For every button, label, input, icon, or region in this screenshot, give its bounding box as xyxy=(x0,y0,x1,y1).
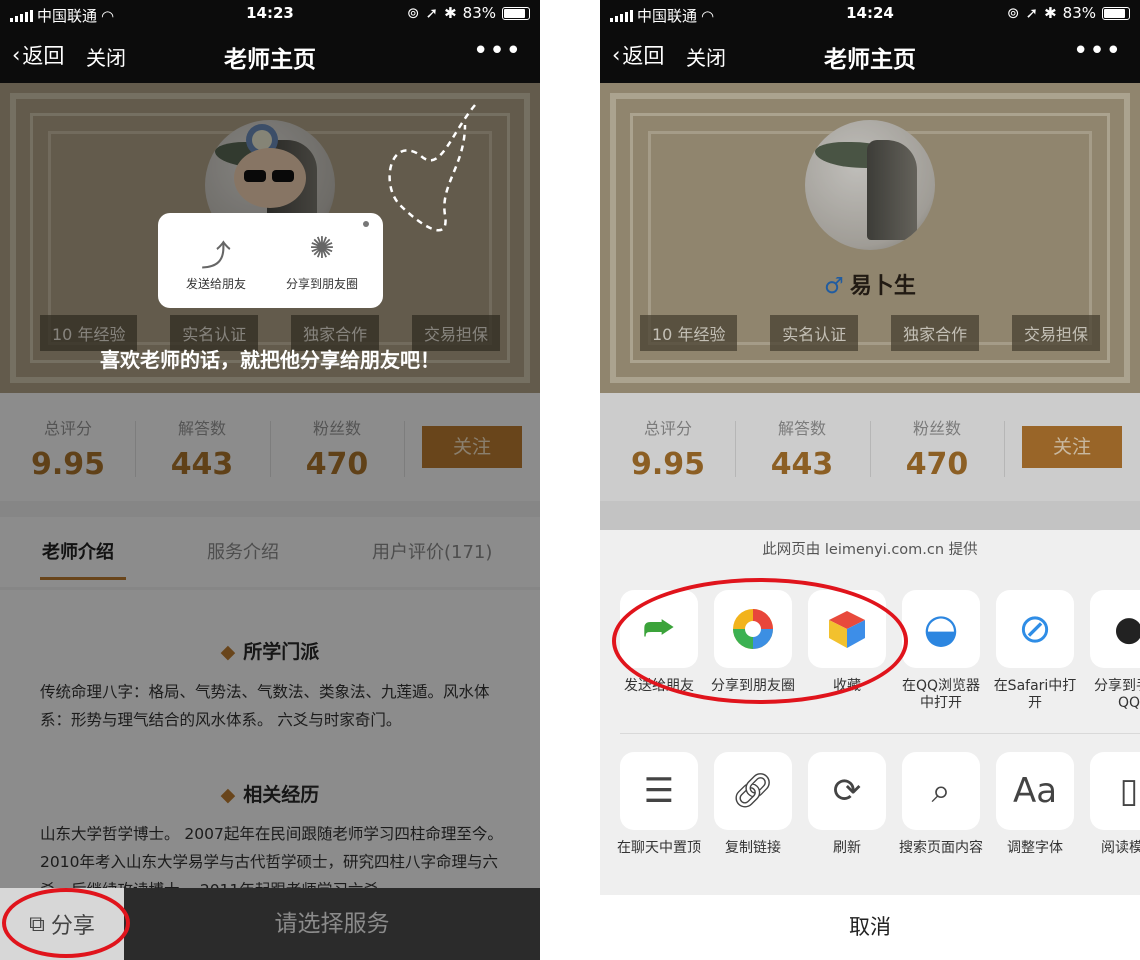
sheet-font-size[interactable]: Aa 调整字体 xyxy=(990,752,1080,857)
action-row: ☰ 在聊天中置顶 🔗︎ 复制链接 ⟳ 刷新 ⌕ 搜索页面内容 Aa 调整字体 ▯ xyxy=(600,752,1140,902)
highlight-ring xyxy=(612,578,908,704)
font-size-icon: Aa xyxy=(996,752,1074,830)
highlight-ring xyxy=(2,888,130,958)
refresh-icon: ⟳ xyxy=(808,752,886,830)
dim-overlay xyxy=(600,83,1140,530)
search-icon: ⌕ xyxy=(902,752,980,830)
battery-icon xyxy=(1102,6,1130,20)
battery-icon xyxy=(502,6,530,20)
dashed-arrow-decoration xyxy=(388,104,476,232)
more-icon[interactable]: ••• xyxy=(473,36,522,66)
right-screen: 中国联通 ◠ 14:24 ⊚ ➚ ✱ 83% ‹ 返回 关闭 老师主页 ••• ♂… xyxy=(600,0,1140,960)
location-icon: ➚ xyxy=(425,4,439,22)
page-title: 老师主页 xyxy=(224,47,316,73)
popup-send-friend[interactable]: ⤴ 发送给朋友 xyxy=(166,231,266,292)
sheet-pin-chat[interactable]: ☰ 在聊天中置顶 xyxy=(614,752,704,857)
sheet-search-page[interactable]: ⌕ 搜索页面内容 xyxy=(896,752,986,857)
left-screen: 中国联通 ◠ 14:23 ⊚ ➚ ✱ 83% ‹返回 关闭 老师主页 ••• xyxy=(0,0,540,960)
popup-share-moments[interactable]: ✺ 分享到朋友圈 xyxy=(272,231,372,292)
sheet-share-qq[interactable]: ● 分享到手机QQ xyxy=(1084,590,1140,712)
nav-bar: 中国联通 ◠ 14:23 ⊚ ➚ ✱ 83% ‹ 返回 关闭 老师主页 ••• xyxy=(0,0,540,83)
safari-compass-icon: ⊘ xyxy=(996,590,1074,668)
sheet-refresh[interactable]: ⟳ 刷新 xyxy=(802,752,892,857)
share-arrow-icon: ⤴ xyxy=(201,239,231,274)
book-icon: ▯ xyxy=(1090,752,1140,830)
moments-aperture-icon: ✺ xyxy=(309,231,335,266)
share-hint: 喜欢老师的话，就把他分享给朋友吧！ xyxy=(100,348,440,372)
lock-rotation-icon: ⊚ xyxy=(1006,4,1020,22)
more-icon[interactable]: ••• xyxy=(1073,36,1122,66)
battery-percent: 83% xyxy=(462,4,496,22)
qq-browser-icon: ◒ xyxy=(902,590,980,668)
sheet-open-qq-browser[interactable]: ◒ 在QQ浏览器中打开 xyxy=(896,590,986,712)
page-title: 老师主页 xyxy=(824,47,916,73)
sheet-copy-link[interactable]: 🔗︎ 复制链接 xyxy=(708,752,798,857)
bluetooth-icon: ✱ xyxy=(1044,4,1057,22)
sheet-open-safari[interactable]: ⊘ 在Safari中打开 xyxy=(990,590,1080,712)
status-bar: 中国联通 ◠ 14:24 ⊚ ➚ ✱ 83% xyxy=(600,0,1140,28)
battery-percent: 83% xyxy=(1062,4,1096,22)
nav-bar: 中国联通 ◠ 14:24 ⊚ ➚ ✱ 83% ‹ 返回 关闭 老师主页 ••• xyxy=(600,0,1140,83)
location-icon: ➚ xyxy=(1025,4,1039,22)
choose-service-button[interactable]: 请选择服务 xyxy=(124,888,540,960)
lock-rotation-icon: ⊚ xyxy=(406,4,420,22)
pin-top-icon: ☰ xyxy=(620,752,698,830)
bluetooth-icon: ✱ xyxy=(444,4,457,22)
qq-penguin-icon: ● xyxy=(1090,590,1140,668)
status-bar: 中国联通 ◠ 14:23 ⊚ ➚ ✱ 83% xyxy=(0,0,540,28)
sheet-reader-mode[interactable]: ▯ 阅读模式 xyxy=(1084,752,1140,857)
link-icon: 🔗︎ xyxy=(714,752,792,830)
cancel-button[interactable]: 取消 xyxy=(600,895,1140,960)
provider-text: 此网页由 leimenyi.com.cn 提供 xyxy=(762,542,978,558)
share-popup: ⤴ 发送给朋友 ✺ 分享到朋友圈 xyxy=(158,213,383,308)
